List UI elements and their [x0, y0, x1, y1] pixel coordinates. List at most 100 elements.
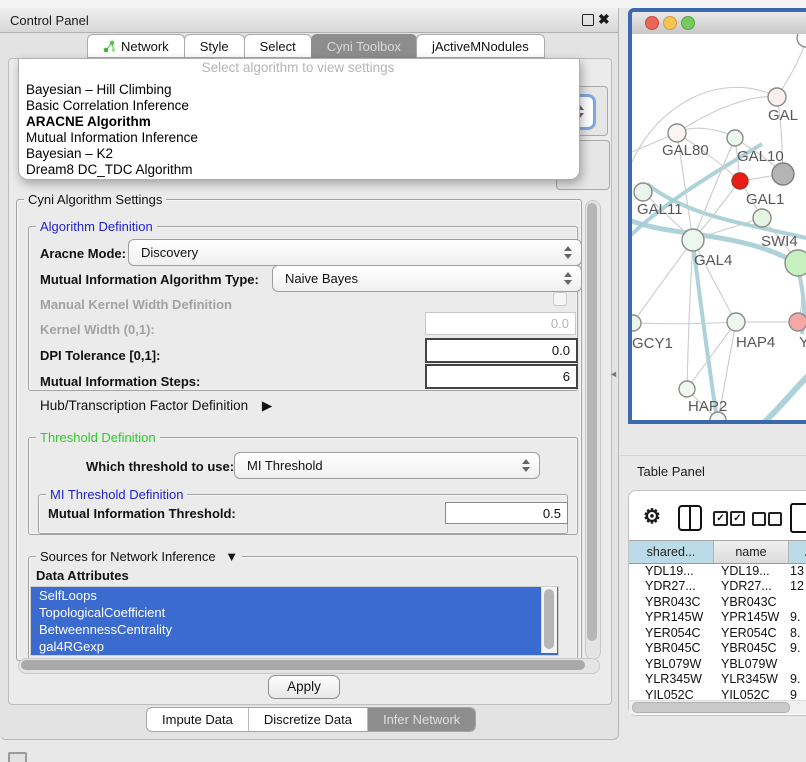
combo-arrows-icon: [564, 246, 572, 260]
table-cell: 8.: [787, 626, 806, 640]
network-node-hap4[interactable]: [727, 313, 745, 331]
dpi-tolerance-label: DPI Tolerance [0,1]:: [40, 348, 160, 363]
network-node[interactable]: [785, 250, 806, 276]
column-header-shared[interactable]: shared...: [629, 541, 714, 563]
select-all-checkbox-icon[interactable]: ✓: [713, 511, 728, 526]
maximize-window-icon[interactable]: [681, 16, 695, 30]
threshold-definition-title: Threshold Definition: [36, 430, 160, 445]
sources-title-row[interactable]: Sources for Network Inference ▼: [36, 549, 242, 564]
table-row[interactable]: YDL19...YDL19...13: [629, 563, 806, 579]
combo-arrows-icon: [564, 272, 572, 286]
expanded-arrow-icon[interactable]: ▼: [225, 549, 238, 564]
attributes-scrollbar-thumb[interactable]: [544, 589, 554, 649]
network-canvas[interactable]: GALGAL80GAL10GAL1SWI4GAL11GAL4GCY1HAP4YH…: [632, 34, 806, 420]
dropdown-item[interactable]: Mutual Information Inference: [18, 130, 578, 146]
minimized-panel-icon[interactable]: [8, 752, 27, 762]
page-icon[interactable]: [790, 503, 806, 533]
float-panel-icon[interactable]: [582, 14, 594, 26]
table-cell: YER054C: [713, 626, 787, 640]
bottom-tab-discretize-data[interactable]: Discretize Data: [248, 708, 367, 731]
table-row[interactable]: YBR043CYBR043C: [629, 594, 806, 610]
table-cell: YPR145W: [713, 610, 787, 624]
table-row[interactable]: YIL052CYIL052C9: [629, 687, 806, 700]
network-node-gal10[interactable]: [727, 130, 743, 146]
tab-style[interactable]: Style: [184, 34, 245, 58]
table-body: YDL19...YDL19...13YDR27...YDR27...12YBR0…: [629, 563, 806, 700]
dropdown-placeholder: Select algorithm to view settings: [18, 60, 578, 75]
bottom-tab-infer-network[interactable]: Infer Network: [367, 708, 475, 731]
which-threshold-select[interactable]: MI Threshold: [234, 452, 540, 479]
network-node-hap2[interactable]: [679, 381, 695, 397]
apply-button[interactable]: Apply: [268, 675, 340, 699]
table-cell: 9.: [787, 672, 806, 686]
table-row[interactable]: YLR345WYLR345W9.: [629, 672, 806, 688]
table-hscrollbar-thumb[interactable]: [632, 702, 790, 713]
tab-jactivemnodules[interactable]: jActiveMNodules: [416, 34, 545, 58]
control-panel-tabs: Network Style SelectCyni ToolboxjActiveMNo…: [88, 34, 545, 58]
dpi-tolerance-field[interactable]: 0.0: [425, 338, 578, 363]
column-header-name[interactable]: name: [714, 541, 789, 563]
network-node-gal1[interactable]: [732, 173, 748, 189]
table-row[interactable]: YDR27...YDR27...12: [629, 579, 806, 595]
dropdown-item[interactable]: Bayesian – K2: [18, 146, 578, 162]
bottom-tab-impute-data[interactable]: Impute Data: [147, 708, 248, 731]
kernel-width-field[interactable]: 0.0: [425, 312, 576, 335]
table-cell: YDL19...: [713, 564, 787, 578]
network-node[interactable]: [797, 34, 806, 47]
table-row[interactable]: YPR145WYPR145W9.: [629, 610, 806, 626]
deselect-checkbox-icon[interactable]: [752, 512, 766, 526]
tab-select[interactable]: Select: [244, 34, 312, 58]
close-panel-icon[interactable]: ✖: [598, 11, 610, 28]
mi-steps-value: 6: [563, 369, 570, 384]
manual-kernel-checkbox[interactable]: [553, 292, 567, 306]
dropdown-item[interactable]: Basic Correlation Inference: [18, 98, 578, 114]
attribute-item[interactable]: BetweennessCentrality: [31, 621, 558, 638]
attribute-item[interactable]: gal4RGexp: [31, 638, 558, 655]
tab-network[interactable]: Network: [87, 34, 185, 58]
mi-steps-field[interactable]: 6: [425, 364, 578, 389]
select-all-checkbox-icon-2[interactable]: ✓: [730, 511, 745, 526]
attribute-item[interactable]: TopologicalCoefficient: [31, 604, 558, 621]
mi-type-select[interactable]: Naive Bayes: [272, 265, 582, 292]
node-label: GAL11: [637, 201, 683, 218]
hub-tf-section[interactable]: Hub/Transcription Factor Definition ▶: [40, 398, 272, 414]
network-node-gal4[interactable]: [682, 229, 704, 251]
mi-threshold-field[interactable]: 0.5: [445, 502, 568, 524]
close-window-icon[interactable]: [645, 16, 659, 30]
settings-scrollbar-thumb[interactable]: [587, 203, 597, 641]
algorithm-list: Bayesian – Hill ClimbingBasic Correlatio…: [18, 82, 578, 178]
attribute-item[interactable]: SelfLoops: [31, 587, 558, 604]
table-row[interactable]: YER054CYER054C8.: [629, 625, 806, 641]
dropdown-item[interactable]: ARACNE Algorithm: [18, 114, 578, 130]
deselect-checkbox-icon-2[interactable]: [768, 512, 782, 526]
tab-cyni-toolbox[interactable]: Cyni Toolbox: [311, 34, 417, 58]
table-row[interactable]: YBR045CYBR045C9.: [629, 641, 806, 657]
combo-arrows-icon: [522, 459, 530, 473]
panel-resize-arrow-icon[interactable]: ◄: [609, 369, 618, 379]
column-header-3[interactable]: A: [789, 541, 806, 563]
network-node-gal80[interactable]: [668, 124, 686, 142]
aracne-mode-select[interactable]: Discovery: [128, 239, 582, 266]
collapsed-arrow-icon[interactable]: ▶: [262, 398, 272, 413]
settings-hscrollbar-thumb[interactable]: [21, 660, 585, 670]
network-node-gal[interactable]: [768, 88, 786, 106]
network-node-y[interactable]: [789, 313, 806, 331]
tab-label: Network: [121, 39, 169, 54]
network-node-swi4[interactable]: [753, 209, 771, 227]
tab-label: Style: [200, 39, 229, 54]
table-header: shared... name A: [629, 540, 806, 564]
aracne-mode-label: Aracne Mode:: [40, 246, 126, 261]
dropdown-item[interactable]: Bayesian – Hill Climbing: [18, 82, 578, 98]
table-row[interactable]: YBL079WYBL079W: [629, 656, 806, 672]
data-attributes-list[interactable]: SelfLoopsTopologicalCoefficientBetweenne…: [30, 586, 559, 656]
table-cell: 9.: [787, 641, 806, 655]
minimize-window-icon[interactable]: [663, 16, 677, 30]
dropdown-item[interactable]: Dream8 DC_TDC Algorithm: [18, 162, 578, 178]
network-node-gal11[interactable]: [634, 183, 652, 201]
columns-icon[interactable]: [678, 505, 702, 531]
network-node-gcy1[interactable]: [632, 315, 641, 331]
table-panel-title: Table Panel: [637, 464, 705, 479]
mi-steps-label: Mutual Information Steps:: [40, 374, 200, 389]
gear-icon[interactable]: ⚙: [643, 504, 661, 529]
network-node[interactable]: [772, 163, 794, 185]
